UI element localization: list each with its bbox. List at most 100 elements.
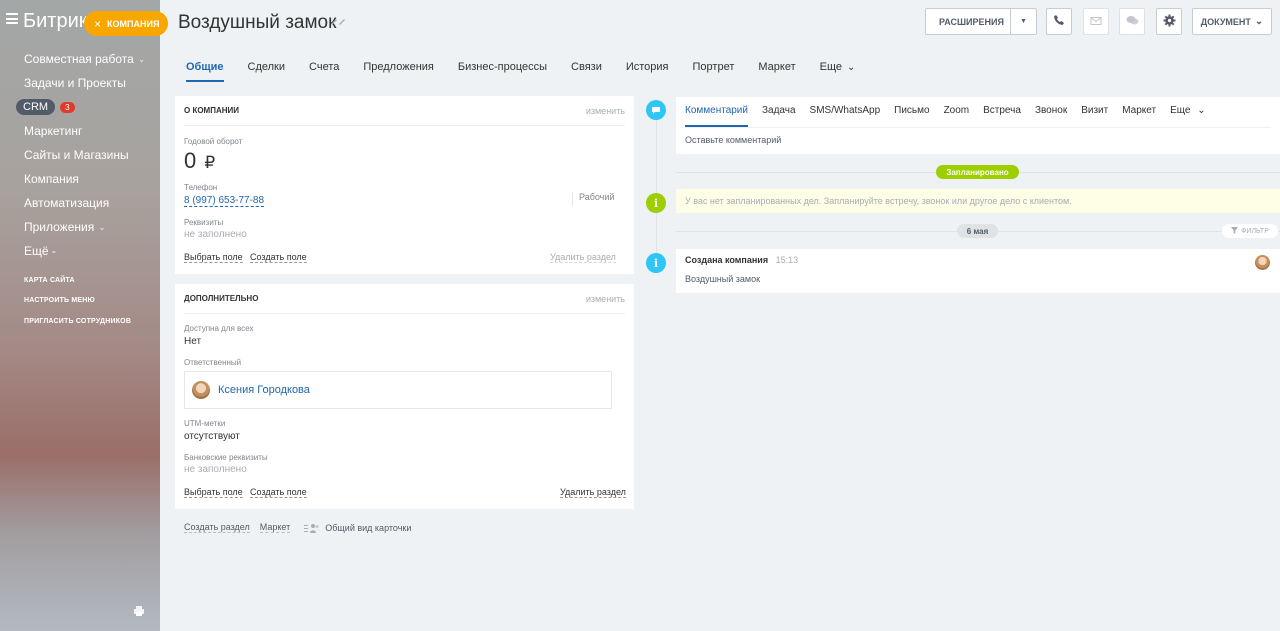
tab-comment[interactable]: Комментарий [685, 105, 748, 127]
sidebar-item-label: Автоматизация [24, 196, 110, 210]
tab-email[interactable]: Письмо [894, 105, 929, 123]
avatar[interactable] [1255, 255, 1270, 270]
requisites-value: не заполнено [184, 229, 247, 240]
sidebar-item-label: Маркетинг [24, 124, 83, 138]
phone-link[interactable]: 8 (997) 653-77-88 [184, 195, 265, 207]
responsible-user-link[interactable]: Ксения Городкова [218, 384, 310, 396]
sidebar-item-label: Совместная работа [24, 52, 134, 66]
sidebar-item-tasks[interactable]: Задачи и Проекты [0, 71, 160, 95]
chat-button[interactable] [1119, 8, 1145, 35]
tab-market[interactable]: Маркет [746, 56, 807, 78]
tab-quotes[interactable]: Предложения [351, 56, 446, 78]
tab-portrait[interactable]: Портрет [681, 56, 747, 78]
sidebar-item-automation[interactable]: Автоматизация [0, 191, 160, 215]
chevron-down-icon: ⌄ [98, 221, 106, 232]
tab-general[interactable]: Общие [174, 56, 236, 82]
card-header: О КОМПАНИИ изменить [184, 96, 625, 126]
comment-icon [646, 100, 666, 120]
common-view-link[interactable]: Общий вид карточки [325, 523, 411, 533]
invite-users-link[interactable]: ПРИГЛАСИТЬ СОТРУДНИКОВ [24, 318, 131, 325]
select-field-link[interactable]: Выбрать поле [184, 487, 243, 498]
tab-more-label: Еще [819, 61, 843, 73]
card-header: ДОПОЛНИТЕЛЬНО изменить [184, 284, 625, 314]
tab-business-processes[interactable]: Бизнес-процессы [446, 56, 559, 78]
tab-history[interactable]: История [614, 56, 681, 78]
print-icon[interactable] [133, 605, 145, 617]
sidebar-item-apps[interactable]: Приложения ⌄ [0, 215, 160, 239]
tab-links[interactable]: Связи [559, 56, 614, 78]
available-value: Нет [184, 336, 202, 347]
filter-button[interactable]: ФИЛЬТР [1222, 224, 1278, 238]
select-field-link[interactable]: Выбрать поле [184, 252, 243, 263]
avatar[interactable] [192, 381, 210, 399]
about-company-card: О КОМПАНИИ изменить Годовой оборот 0 ₽ Т… [175, 96, 634, 274]
event-time: 15:13 [775, 255, 799, 265]
bank-value: не заполнено [184, 464, 247, 475]
sidebar: Битрикс Совместная работа ⌄ Задачи и Про… [0, 0, 160, 631]
sidebar-item-more[interactable]: Ещё - [0, 239, 160, 263]
extensions-button[interactable]: РАСШИРЕНИЯ ▼ [925, 8, 1037, 35]
activity-editor: Комментарий Задача SMS/WhatsApp Письмо Z… [676, 97, 1280, 154]
crm-counter-badge: 3 [60, 101, 75, 113]
phone-button[interactable] [1046, 8, 1072, 35]
sitemap-link[interactable]: КАРТА САЙТА [24, 277, 75, 284]
create-field-link[interactable]: Создать поле [250, 487, 307, 498]
utm-label: UTM-метки [184, 419, 226, 428]
tab-meeting[interactable]: Встреча [983, 105, 1021, 123]
company-entity-badge[interactable]: × КОМПАНИЯ [84, 11, 168, 36]
sidebar-item-label: Приложения [24, 220, 95, 234]
chevron-down-icon: ⌄ [1254, 16, 1264, 27]
tab-invoices[interactable]: Счета [297, 56, 351, 78]
close-icon[interactable]: × [94, 17, 101, 31]
comment-input[interactable]: Оставьте комментарий [685, 135, 781, 145]
event-title-text: Создана компания [685, 255, 769, 265]
tab-deals[interactable]: Сделки [236, 56, 298, 78]
settings-button[interactable] [1156, 8, 1182, 35]
delete-section-link[interactable]: Удалить раздел [560, 487, 626, 498]
delete-section-link[interactable]: Удалить раздел [550, 252, 616, 263]
info-icon: i [646, 193, 666, 213]
document-button[interactable]: ДОКУМЕНТ ⌄ [1192, 8, 1272, 35]
event-title: Создана компания 15:13 [685, 255, 798, 265]
revenue-amount: 0 [184, 148, 197, 173]
timeline-line [656, 110, 657, 270]
card-title: ДОПОЛНИТЕЛЬНО [184, 294, 259, 303]
menu-icon[interactable] [6, 13, 18, 24]
filter-label: ФИЛЬТР [1241, 227, 1269, 235]
phone-label: Телефон [184, 183, 218, 192]
tab-task[interactable]: Задача [762, 105, 796, 123]
chevron-down-icon: ⌄ [137, 53, 146, 64]
document-label: ДОКУМЕНТ [1200, 16, 1251, 27]
chevron-down-icon: ⌄ [1197, 105, 1206, 116]
sidebar-item-marketing[interactable]: Маркетинг [0, 119, 160, 143]
tab-call[interactable]: Звонок [1035, 105, 1067, 123]
tab-visit[interactable]: Визит [1081, 105, 1108, 123]
create-section-link[interactable]: Создать раздел [184, 522, 250, 533]
create-field-link[interactable]: Создать поле [250, 252, 307, 263]
edit-title-icon[interactable] [330, 17, 346, 28]
sidebar-item-sites[interactable]: Сайты и Магазины [0, 143, 160, 167]
sidebar-item-collaboration[interactable]: Совместная работа ⌄ [0, 47, 160, 71]
phone-icon [1053, 14, 1065, 29]
sidebar-item-company[interactable]: Компания [0, 167, 160, 191]
divider [685, 127, 1271, 128]
edit-link[interactable]: изменить [586, 294, 625, 304]
mail-button[interactable] [1083, 8, 1109, 35]
configure-menu-link[interactable]: НАСТРОИТЬ МЕНЮ [24, 297, 95, 304]
card-title: О КОМПАНИИ [184, 106, 240, 115]
tab-more[interactable]: Еще ⌄ [1170, 105, 1206, 123]
requisites-label: Реквизиты [184, 218, 224, 227]
tab-more[interactable]: Еще ⌄ [808, 56, 868, 78]
dropdown-arrow-icon[interactable]: ▼ [1010, 9, 1036, 34]
sidebar-item-crm[interactable]: CRM 3 [0, 95, 160, 119]
tab-market[interactable]: Маркет [1122, 105, 1156, 123]
tab-sms[interactable]: SMS/WhatsApp [810, 105, 881, 123]
tab-zoom[interactable]: Zoom [944, 105, 970, 123]
available-label: Доступна для всех [184, 324, 254, 333]
market-link[interactable]: Маркет [259, 522, 291, 533]
sidebar-item-label: Ещё - [24, 244, 56, 258]
event-subject: Воздушный замок [685, 274, 761, 284]
edit-link[interactable]: изменить [586, 106, 625, 116]
bank-label: Банковские реквизиты [184, 453, 268, 462]
currency-symbol: ₽ [204, 153, 216, 172]
